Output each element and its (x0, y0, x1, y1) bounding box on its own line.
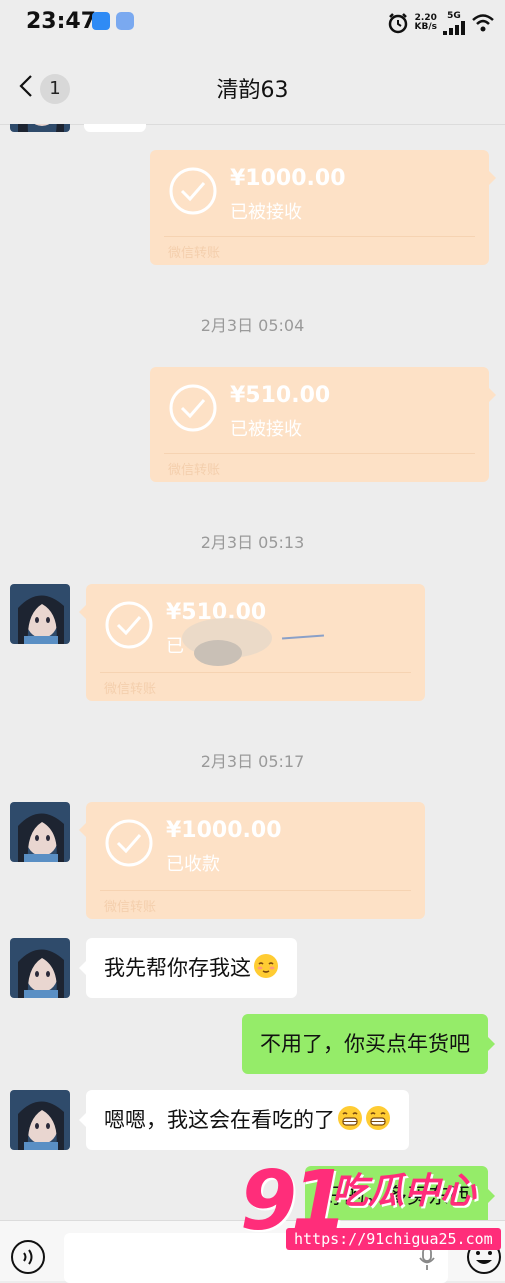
transfer-status: 已被接收 (230, 419, 302, 440)
bubble-tail (79, 1112, 87, 1128)
transfer-status: 已被接收 (230, 202, 302, 223)
bubble-tail (79, 960, 87, 976)
check-circle-icon (105, 601, 153, 649)
transfer-amount: ¥510.00 (230, 383, 331, 408)
transfer-amount: ¥1000.00 (166, 818, 282, 843)
message-text: 嗯嗯，我这会在看吃的了 (104, 1108, 335, 1132)
message-bubble-sent[interactable]: 好的，多买东西 (305, 1166, 495, 1220)
alarm-icon (388, 13, 407, 34)
timestamp: 2月3日 05:17 (200, 752, 305, 771)
message-bubble-sent[interactable]: 不用了，你买点年货吧 (242, 1014, 495, 1074)
check-circle-icon (169, 384, 217, 432)
transfer-footer: 微信转账 (104, 900, 157, 915)
app-notification-icon-2 (116, 12, 134, 30)
check-circle-icon (169, 167, 217, 215)
transfer-card-received[interactable]: ¥510.00 已 微信转账 (79, 584, 425, 701)
avatar[interactable] (10, 124, 70, 132)
message-bubble-received[interactable]: 嗯嗯，我这会在看吃的了 (79, 1090, 409, 1150)
timestamp: 2月3日 05:13 (200, 533, 305, 552)
message-bubble-received[interactable]: 我先帮你存我这 (79, 938, 297, 998)
bubble-tail (79, 822, 87, 838)
network-type: 5G (447, 10, 461, 21)
status-bar: 23:47 2.20 KB/s 5G (0, 0, 505, 48)
chat-header: 1 清韵63 (0, 48, 505, 125)
transfer-divider (100, 672, 411, 673)
partial-message-bubble[interactable] (84, 124, 146, 132)
microphone-icon[interactable] (418, 1247, 436, 1271)
redaction-smudge (194, 640, 242, 666)
transfer-amount: ¥1000.00 (230, 166, 346, 191)
transfer-divider (164, 453, 475, 454)
message-input[interactable] (64, 1233, 448, 1283)
transfer-card-sent[interactable]: ¥1000.00 已被接收 微信转账 (150, 150, 496, 265)
timestamp: 2月3日 05:04 (200, 316, 305, 335)
chat-messages[interactable]: ¥1000.00 已被接收 微信转账 2月3日 05:04 ¥510.00 已被… (0, 124, 505, 1220)
status-indicators: 2.20 KB/s 5G (387, 10, 495, 36)
transfer-footer: 微信转账 (168, 463, 221, 478)
redaction-line (281, 634, 325, 640)
bubble-tail (79, 604, 87, 620)
message-text: 好的，多买东西 (323, 1184, 470, 1208)
check-circle-icon (105, 819, 153, 867)
wifi-icon (472, 14, 494, 32)
transfer-card-sent[interactable]: ¥510.00 已被接收 微信转账 (150, 367, 496, 482)
net-speed: 2.20 KB/s (415, 14, 437, 32)
transfer-status: 已收款 (166, 854, 220, 875)
avatar[interactable] (10, 802, 70, 862)
bubble-tail (487, 1188, 495, 1204)
bubble-tail (487, 1036, 495, 1052)
grinning-face-emoji (366, 1106, 390, 1130)
emoji-picker-icon[interactable] (466, 1239, 502, 1275)
chat-title: 清韵63 (216, 78, 289, 103)
net-speed-unit: KB/s (414, 22, 437, 32)
transfer-footer: 微信转账 (168, 246, 221, 261)
message-text: 不用了，你买点年货吧 (260, 1032, 470, 1056)
voice-input-icon[interactable] (10, 1239, 46, 1275)
avatar[interactable] (10, 1090, 70, 1150)
transfer-card-received[interactable]: ¥1000.00 已收款 微信转账 (79, 802, 425, 919)
transfer-divider (100, 890, 411, 891)
relieved-face-emoji (254, 954, 278, 978)
app-notification-icon (92, 12, 110, 30)
bubble-tail (488, 387, 496, 403)
transfer-divider (164, 236, 475, 237)
input-bar (0, 1220, 505, 1283)
avatar[interactable] (10, 938, 70, 998)
bubble-tail (488, 170, 496, 186)
grinning-face-emoji (338, 1106, 362, 1130)
avatar[interactable] (10, 584, 70, 644)
transfer-footer: 微信转账 (104, 682, 157, 697)
status-time: 23:47 (26, 9, 97, 34)
network-block: 5G (443, 10, 465, 35)
signal-icon (443, 20, 465, 35)
message-text: 我先帮你存我这 (104, 956, 251, 980)
